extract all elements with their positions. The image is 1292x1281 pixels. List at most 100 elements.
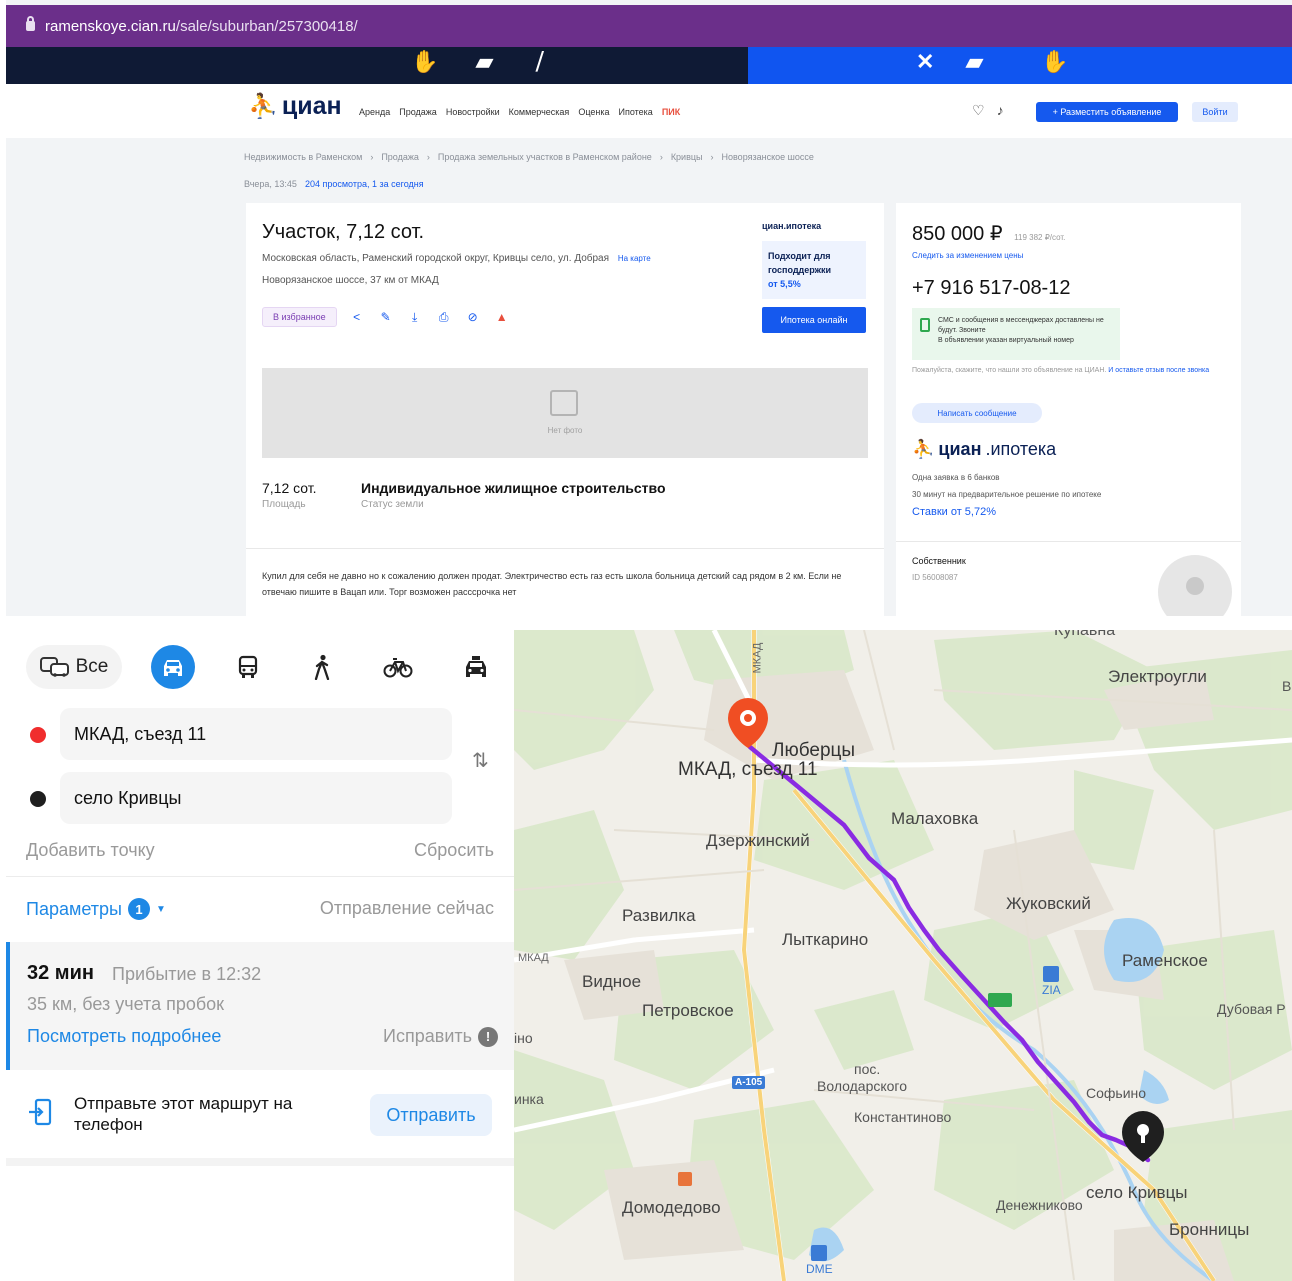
- phone-number[interactable]: +7 916 517-08-12: [912, 277, 1070, 300]
- cian-logo-text: циан: [281, 92, 342, 120]
- published-info: Вчера, 13:45 204 просмотра, 1 за сегодня: [244, 179, 424, 189]
- nav-item[interactable]: Ипотека: [618, 107, 652, 117]
- address-bar[interactable]: ramenskoye.cian.ru /sale/suburban/257300…: [6, 5, 1292, 47]
- login-button[interactable]: Войти: [1192, 102, 1238, 122]
- mortgage-offer-text: Подходит для господдержки: [768, 251, 832, 275]
- photo-placeholder: Нет фото: [262, 368, 868, 458]
- main-nav: Аренда Продажа Новостройки Коммерческая …: [359, 107, 680, 117]
- route-fix-label: Исправить: [383, 1026, 472, 1046]
- divider: [246, 548, 884, 549]
- mode-bike-button[interactable]: [376, 645, 420, 689]
- cian-logo[interactable]: ⛹ циан: [248, 92, 342, 121]
- route-map[interactable]: Купавна Электроугли Люберцы МКАД, съезд …: [514, 630, 1292, 1281]
- sms-warning-text: СМС и сообщения в мессенджерах доставлен…: [938, 317, 1104, 334]
- favorite-button[interactable]: В избранное: [262, 307, 337, 327]
- help-icon: !: [478, 1026, 498, 1047]
- nav-item[interactable]: Аренда: [359, 107, 390, 117]
- offer-address: Московская область, Раменский городской …: [262, 253, 651, 264]
- send-to-phone-icon: [29, 1098, 52, 1126]
- cian-man-icon: ⛹: [248, 93, 278, 120]
- nav-item[interactable]: Коммерческая: [509, 107, 570, 117]
- views-count[interactable]: 204 просмотра, 1 за сегодня: [305, 179, 424, 189]
- map-label: Денежниково: [996, 1197, 1083, 1213]
- add-point-link[interactable]: Добавить точку: [26, 840, 155, 861]
- breadcrumb-item[interactable]: Кривцы: [671, 152, 703, 162]
- route-arrival: Прибытие в 12:32: [112, 964, 262, 984]
- map-label: Жуковский: [1006, 894, 1091, 913]
- chevron-down-icon: ▼: [155, 903, 166, 915]
- write-message-button[interactable]: Написать сообщение: [912, 403, 1042, 423]
- card-icon: ▰: [966, 49, 983, 74]
- banner-stripe-icon: ⧸: [536, 49, 544, 74]
- breadcrumb-item[interactable]: Новорязанское шоссе: [722, 152, 814, 162]
- swap-points-icon[interactable]: ⇅: [472, 748, 489, 773]
- map-label: село Кривцы: [1086, 1183, 1188, 1202]
- airport-dme[interactable]: DME: [806, 1245, 833, 1275]
- mode-taxi-button[interactable]: [454, 645, 498, 689]
- heart-icon[interactable]: ♡: [972, 102, 985, 119]
- map-label: Дзержинский: [706, 831, 810, 850]
- mortgage-offer-rate: от 5,5%: [768, 279, 801, 289]
- photo-caption: Нет фото: [547, 426, 583, 435]
- hide-icon[interactable]: ⊘: [464, 308, 482, 326]
- breadcrumb-item[interactable]: Продажа: [381, 152, 419, 162]
- breadcrumb-sep: ›: [659, 152, 663, 162]
- lock-icon: [26, 16, 35, 31]
- route-duration: 32 мин: [27, 962, 94, 984]
- download-icon[interactable]: ⤓: [406, 308, 424, 326]
- route-option[interactable]: 32 мин Прибытие в 12:32 35 км, без учета…: [6, 942, 514, 1070]
- promo-banner[interactable]: ✋ ▰ ⧸ ✕ ▰ ✋: [6, 47, 1292, 84]
- map-label: В: [1282, 678, 1292, 694]
- place-ad-button[interactable]: + Разместить объявление: [1036, 102, 1178, 122]
- route-fix-link[interactable]: Исправить !: [383, 1026, 498, 1047]
- route-to-input[interactable]: село Кривцы: [60, 772, 452, 824]
- route-params-button[interactable]: Параметры 1 ▼: [26, 898, 166, 920]
- phone-icon: [920, 318, 930, 332]
- mortgage-online-button[interactable]: Ипотека онлайн: [762, 307, 866, 333]
- map-label: Домодедово: [622, 1198, 721, 1217]
- route-from-input[interactable]: МКАД, съезд 11: [60, 708, 452, 760]
- route-details-link[interactable]: Посмотреть подробнее: [27, 1026, 221, 1047]
- mode-walk-button[interactable]: [302, 645, 342, 689]
- airport-zia[interactable]: ZIA: [1042, 966, 1061, 996]
- map-label: Константиново: [854, 1109, 952, 1125]
- nav-item[interactable]: Оценка: [578, 107, 609, 117]
- mortgage-promo: циан.ипотека Подходит для господдержки о…: [762, 221, 866, 351]
- banner-x-icon: ✕: [916, 49, 935, 74]
- ipoteka-rate-link[interactable]: Ставки от 5,72%: [912, 506, 996, 518]
- mode-all-button[interactable]: Все: [26, 645, 122, 689]
- complaint-icon[interactable]: ▲: [493, 308, 511, 326]
- ipoteka-logo-a: циан: [938, 439, 982, 459]
- map-label: Лыткарино: [782, 930, 869, 949]
- sms-warning: СМС и сообщения в мессенджерах доставлен…: [912, 308, 1120, 360]
- address-text[interactable]: Московская область, Раменский городской …: [262, 253, 609, 264]
- breadcrumb-sep: ›: [370, 152, 374, 162]
- follow-price-link[interactable]: Следить за изменением цены: [912, 251, 1023, 260]
- nav-item-pik[interactable]: ПИК: [662, 107, 680, 117]
- nav-item[interactable]: Новостройки: [446, 107, 500, 117]
- map-label: Малаховка: [891, 809, 979, 828]
- reset-link[interactable]: Сбросить: [414, 840, 494, 861]
- mode-transit-button[interactable]: [228, 645, 268, 689]
- print-icon[interactable]: ⎙: [435, 308, 453, 326]
- call-note-link[interactable]: И оставьте отзыв после звонка: [1108, 367, 1209, 374]
- cian-ipoteka-logo[interactable]: ⛹ циан .ипотека: [912, 439, 1056, 460]
- edit-icon[interactable]: ✎: [377, 308, 395, 326]
- breadcrumb-item[interactable]: Недвижимость в Раменском: [244, 152, 362, 162]
- breadcrumb-item[interactable]: Продажа земельных участков в Раменском р…: [438, 152, 652, 162]
- land-status-label: Статус земли: [361, 499, 424, 510]
- on-map-link[interactable]: На карте: [618, 254, 651, 263]
- url-path: /sale/suburban/257300418/: [175, 17, 358, 35]
- nav-item[interactable]: Продажа: [399, 107, 437, 117]
- avatar[interactable]: [1158, 555, 1232, 616]
- call-note-text: Пожалуйста, скажите, что нашли это объяв…: [912, 367, 1107, 374]
- send-route-button[interactable]: Отправить: [370, 1094, 492, 1136]
- departure-time[interactable]: Отправление сейчас: [320, 898, 494, 919]
- bell-icon[interactable]: ♪: [997, 102, 1004, 119]
- offer-card: Участок, 7,12 сот. Московская область, Р…: [246, 203, 884, 616]
- all-transport-icon: [39, 657, 69, 677]
- mode-car-button[interactable]: [151, 645, 195, 689]
- params-label: Параметры: [26, 898, 122, 919]
- share-icon[interactable]: <: [348, 308, 366, 326]
- offer-price: 850 000 ₽ 119 382 ₽/сот.: [912, 221, 1065, 246]
